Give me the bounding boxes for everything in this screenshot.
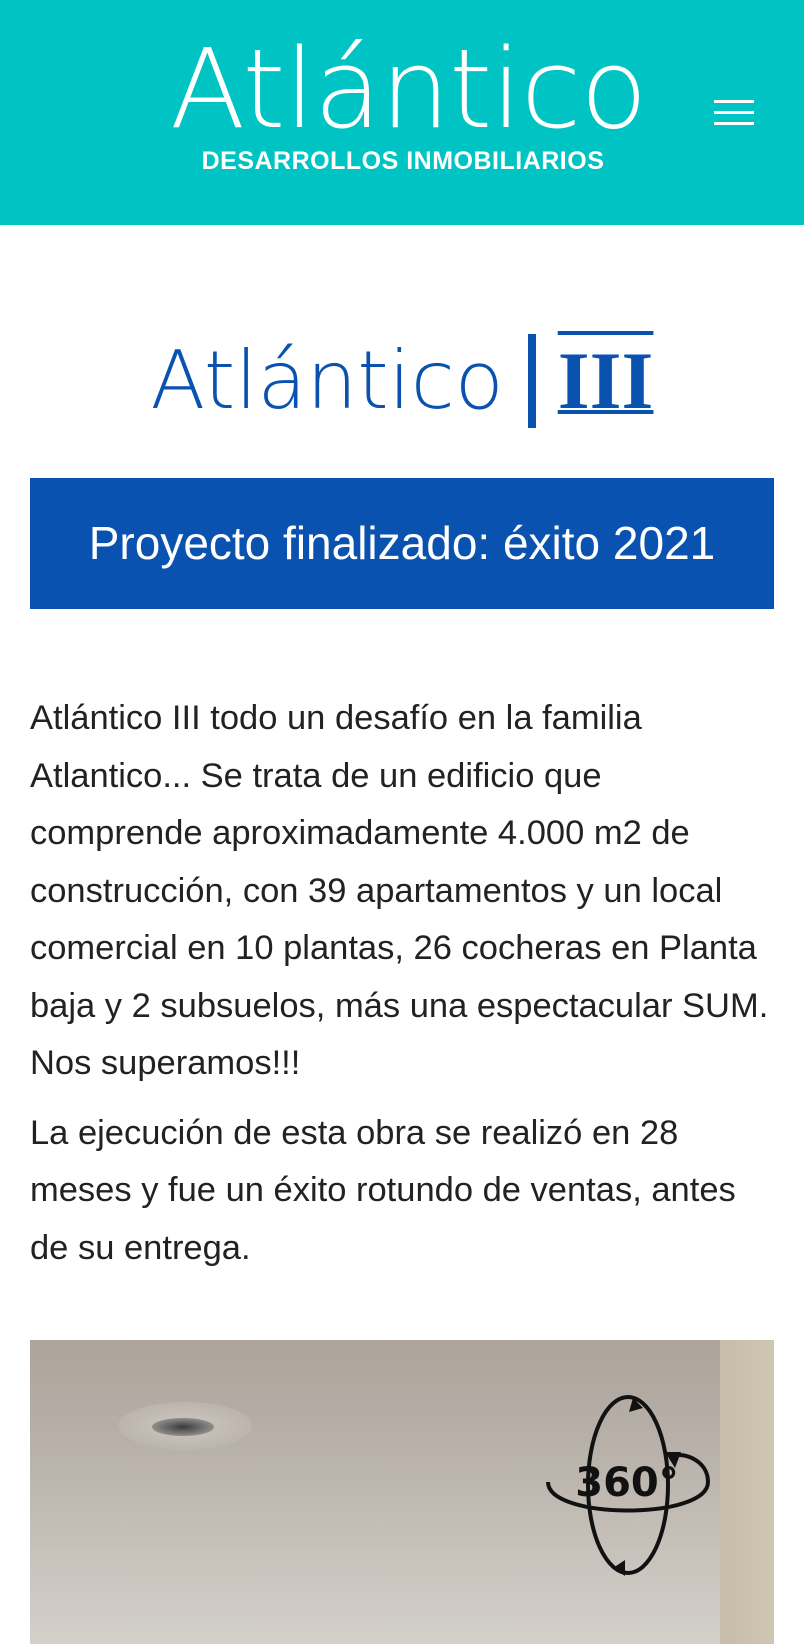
site-header: Atlántico DESARROLLOS INMOBILIARIOS bbox=[0, 0, 804, 225]
brand-name: Atlántico bbox=[170, 25, 648, 153]
menu-bar bbox=[714, 122, 754, 125]
project-description: Atlántico III todo un desafío en la fami… bbox=[30, 690, 774, 1289]
360-label: 360° bbox=[575, 1460, 679, 1506]
project-numeral: III bbox=[557, 335, 654, 427]
menu-bar bbox=[714, 111, 754, 114]
virtual-tour-preview[interactable]: 360° bbox=[30, 1340, 774, 1644]
project-name: Atlántico bbox=[150, 334, 504, 428]
menu-bar bbox=[714, 100, 754, 103]
project-status-text: Proyecto finalizado: éxito 2021 bbox=[88, 517, 716, 569]
hamburger-menu-icon[interactable] bbox=[706, 96, 762, 132]
photo-wall bbox=[720, 1340, 774, 1644]
360-view-icon[interactable]: 360° bbox=[533, 1390, 723, 1580]
description-paragraph: La ejecución de esta obra se realizó en … bbox=[30, 1113, 736, 1267]
project-status-banner: Proyecto finalizado: éxito 2021 bbox=[30, 478, 774, 609]
project-title: Atlántico III bbox=[0, 331, 804, 431]
brand-logo[interactable]: Atlántico DESARROLLOS INMOBILIARIOS bbox=[170, 25, 648, 176]
ceiling-light bbox=[118, 1402, 252, 1450]
description-paragraph: Atlántico III todo un desafío en la fami… bbox=[30, 699, 769, 1082]
title-divider bbox=[527, 334, 536, 429]
brand-tagline: DESARROLLOS INMOBILIARIOS bbox=[201, 147, 605, 175]
